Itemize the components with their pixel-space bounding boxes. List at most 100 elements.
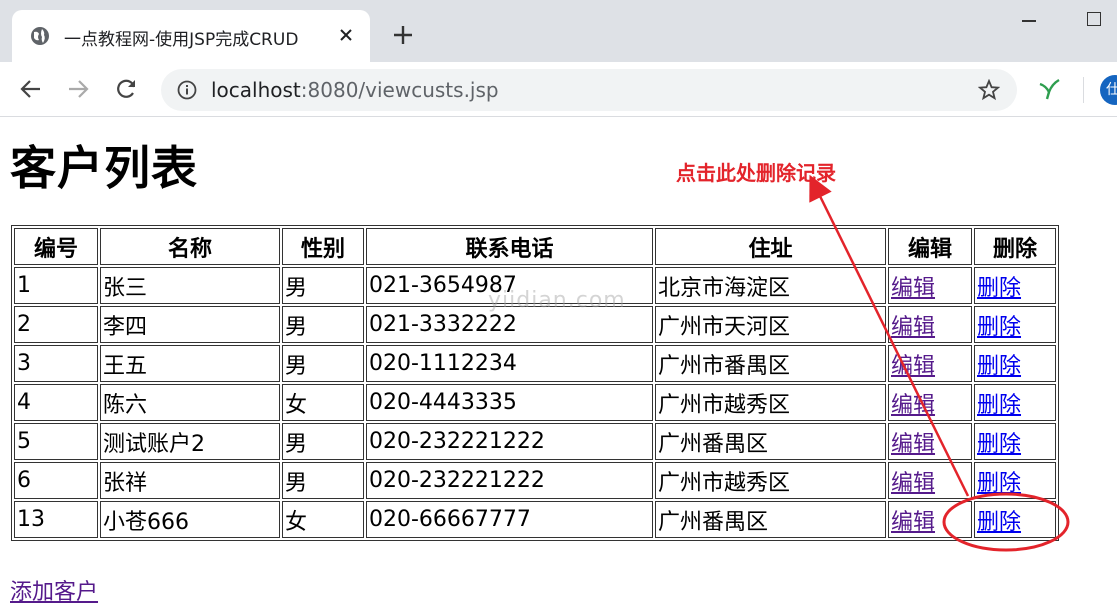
column-header: 编辑 — [888, 228, 972, 265]
column-header: 编号 — [14, 228, 98, 265]
delete-link[interactable]: 删除 — [977, 276, 1021, 301]
browser-tab-strip: 一点教程网-使用JSP完成CRUD — [0, 0, 1117, 62]
column-header: 联系电话 — [366, 228, 653, 265]
profile-avatar[interactable]: 仕 — [1100, 75, 1117, 105]
url-text: localhost:8080/viewcusts.jsp — [211, 78, 499, 102]
annotation-note: 点击此处删除记录 — [676, 161, 836, 185]
cell-gender: 女 — [282, 501, 364, 538]
cell-address: 北京市海淀区 — [655, 267, 886, 304]
globe-icon — [31, 27, 49, 45]
table-row: 13 小苍666 女 020-66667777 广州番禺区 编辑 删除 — [14, 501, 1056, 538]
cell-address: 广州市越秀区 — [655, 384, 886, 421]
cell-delete: 删除 — [974, 306, 1056, 343]
cell-gender: 男 — [282, 267, 364, 304]
cell-id: 2 — [14, 306, 98, 343]
cell-gender: 男 — [282, 423, 364, 460]
address-bar[interactable]: localhost:8080/viewcusts.jsp — [161, 69, 1017, 111]
extension-leaf-icon[interactable] — [1036, 76, 1062, 102]
cell-name: 陈六 — [100, 384, 280, 421]
cell-delete: 删除 — [974, 345, 1056, 382]
edit-link[interactable]: 编辑 — [891, 354, 935, 379]
cell-edit: 编辑 — [888, 384, 972, 421]
table-row: 4 陈六 女 020-4443335 广州市越秀区 编辑 删除 — [14, 384, 1056, 421]
column-header: 名称 — [100, 228, 280, 265]
table-row: 3 王五 男 020-1112234 广州市番禺区 编辑 删除 — [14, 345, 1056, 382]
cell-phone: 020-66667777 — [366, 501, 653, 538]
edit-link[interactable]: 编辑 — [891, 276, 935, 301]
cell-address: 广州市番禺区 — [655, 345, 886, 382]
delete-link[interactable]: 删除 — [977, 471, 1021, 496]
cell-id: 13 — [14, 501, 98, 538]
url-path: :8080/viewcusts.jsp — [300, 78, 499, 102]
cell-id: 4 — [14, 384, 98, 421]
cell-edit: 编辑 — [888, 462, 972, 499]
cell-address: 广州番禺区 — [655, 423, 886, 460]
cell-id: 3 — [14, 345, 98, 382]
toolbar-divider — [1083, 77, 1084, 103]
new-tab-plus-icon[interactable] — [392, 24, 414, 46]
cell-delete: 删除 — [974, 384, 1056, 421]
back-arrow-icon[interactable] — [20, 78, 42, 100]
url-host: localhost — [211, 78, 301, 102]
cell-gender: 男 — [282, 345, 364, 382]
cell-gender: 女 — [282, 384, 364, 421]
cell-name: 李四 — [100, 306, 280, 343]
cell-address: 广州番禺区 — [655, 501, 886, 538]
cell-address: 广州市越秀区 — [655, 462, 886, 499]
delete-link[interactable]: 删除 — [977, 510, 1021, 535]
watermark-text: yiidian.com — [488, 288, 626, 313]
cell-id: 1 — [14, 267, 98, 304]
cell-phone: 020-4443335 — [366, 384, 653, 421]
cell-name: 张祥 — [100, 462, 280, 499]
edit-link[interactable]: 编辑 — [891, 510, 935, 535]
delete-link[interactable]: 删除 — [977, 315, 1021, 340]
cell-phone: 020-232221222 — [366, 423, 653, 460]
delete-link[interactable]: 删除 — [977, 354, 1021, 379]
tab-title: 一点教程网-使用JSP完成CRUD — [64, 30, 299, 50]
delete-link[interactable]: 删除 — [977, 393, 1021, 418]
cell-gender: 男 — [282, 462, 364, 499]
edit-link[interactable]: 编辑 — [891, 471, 935, 496]
browser-toolbar: localhost:8080/viewcusts.jsp 仕 — [0, 62, 1117, 117]
cell-name: 小苍666 — [100, 501, 280, 538]
delete-link[interactable]: 删除 — [977, 432, 1021, 457]
cell-name: 王五 — [100, 345, 280, 382]
cell-delete: 删除 — [974, 267, 1056, 304]
page-title: 客户列表 — [10, 141, 198, 195]
add-customer-link[interactable]: 添加客户 — [10, 574, 98, 606]
cell-delete: 删除 — [974, 423, 1056, 460]
cell-delete: 删除 — [974, 462, 1056, 499]
cell-id: 6 — [14, 462, 98, 499]
cell-gender: 男 — [282, 306, 364, 343]
cell-edit: 编辑 — [888, 345, 972, 382]
column-header: 住址 — [655, 228, 886, 265]
cell-phone: 020-1112234 — [366, 345, 653, 382]
customer-table: 编号 名称 性别 联系电话 住址 编辑 删除 1 张三 男 021-365498… — [11, 225, 1059, 541]
bookmark-star-icon[interactable] — [978, 79, 1000, 101]
cell-phone: 020-232221222 — [366, 462, 653, 499]
table-header-row: 编号 名称 性别 联系电话 住址 编辑 删除 — [14, 228, 1056, 265]
table-row: 5 测试账户2 男 020-232221222 广州番禺区 编辑 删除 — [14, 423, 1056, 460]
cell-address: 广州市天河区 — [655, 306, 886, 343]
cell-edit: 编辑 — [888, 423, 972, 460]
cell-edit: 编辑 — [888, 267, 972, 304]
maximize-window-icon[interactable] — [1087, 12, 1101, 26]
edit-link[interactable]: 编辑 — [891, 432, 935, 457]
cell-id: 5 — [14, 423, 98, 460]
reload-icon[interactable] — [116, 78, 138, 100]
cell-name: 张三 — [100, 267, 280, 304]
cell-name: 测试账户2 — [100, 423, 280, 460]
cell-delete: 删除 — [974, 501, 1056, 538]
forward-arrow-icon[interactable] — [67, 78, 89, 100]
edit-link[interactable]: 编辑 — [891, 393, 935, 418]
info-icon[interactable] — [177, 80, 197, 100]
column-header: 性别 — [282, 228, 364, 265]
cell-edit: 编辑 — [888, 306, 972, 343]
table-row: 6 张祥 男 020-232221222 广州市越秀区 编辑 删除 — [14, 462, 1056, 499]
minimize-window-icon[interactable] — [1022, 20, 1036, 22]
cell-edit: 编辑 — [888, 501, 972, 538]
edit-link[interactable]: 编辑 — [891, 315, 935, 340]
close-icon[interactable] — [338, 27, 354, 43]
column-header: 删除 — [974, 228, 1056, 265]
browser-tab[interactable]: 一点教程网-使用JSP完成CRUD — [12, 10, 370, 62]
